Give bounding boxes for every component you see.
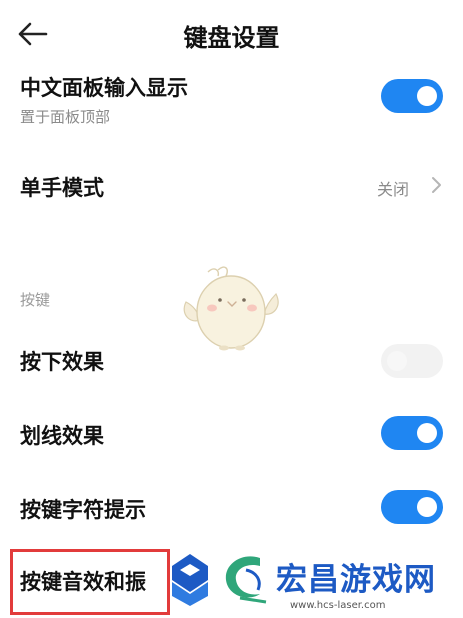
setting-title: 单手模式 (20, 176, 104, 200)
toggle-knob (387, 351, 407, 371)
highlight-frame (10, 549, 170, 615)
app-header: 键盘设置 (0, 0, 463, 66)
watermark-logo-icon (172, 554, 208, 606)
setting-title: 按键字符提示 (20, 498, 146, 522)
setting-value: 关闭 (376, 180, 409, 199)
watermark: 宏昌游戏网 www.hcs-laser.com (162, 540, 462, 618)
page-title: 键盘设置 (183, 24, 280, 52)
setting-title: 划线效果 (20, 424, 104, 448)
toggle-knob (417, 86, 437, 106)
key-char-hint-toggle[interactable] (381, 490, 443, 524)
setting-subtitle: 置于面板顶部 (20, 108, 111, 126)
mascot-bird-icon (183, 266, 279, 351)
press-effect-toggle[interactable] (381, 344, 443, 378)
setting-title: 按下效果 (20, 350, 104, 374)
toggle-knob (417, 423, 437, 443)
chinese-panel-toggle[interactable] (381, 79, 443, 113)
watermark-text: 宏昌游戏网 (276, 562, 436, 598)
watermark-dragon-icon (225, 556, 267, 604)
chevron-right-icon (432, 177, 441, 193)
setting-swipe-effect[interactable]: 划线效果 (0, 412, 463, 458)
swipe-effect-toggle[interactable] (381, 416, 443, 450)
setting-title: 中文面板输入显示 (20, 76, 188, 100)
section-header-keys: 按键 (20, 291, 51, 309)
toggle-knob (417, 497, 437, 517)
setting-key-char-hint[interactable]: 按键字符提示 (0, 486, 463, 532)
setting-one-hand-mode[interactable]: 单手模式 关闭 (0, 150, 463, 220)
setting-chinese-panel[interactable]: 中文面板输入显示 置于面板顶部 (0, 66, 463, 140)
watermark-url: www.hcs-laser.com (290, 600, 386, 611)
